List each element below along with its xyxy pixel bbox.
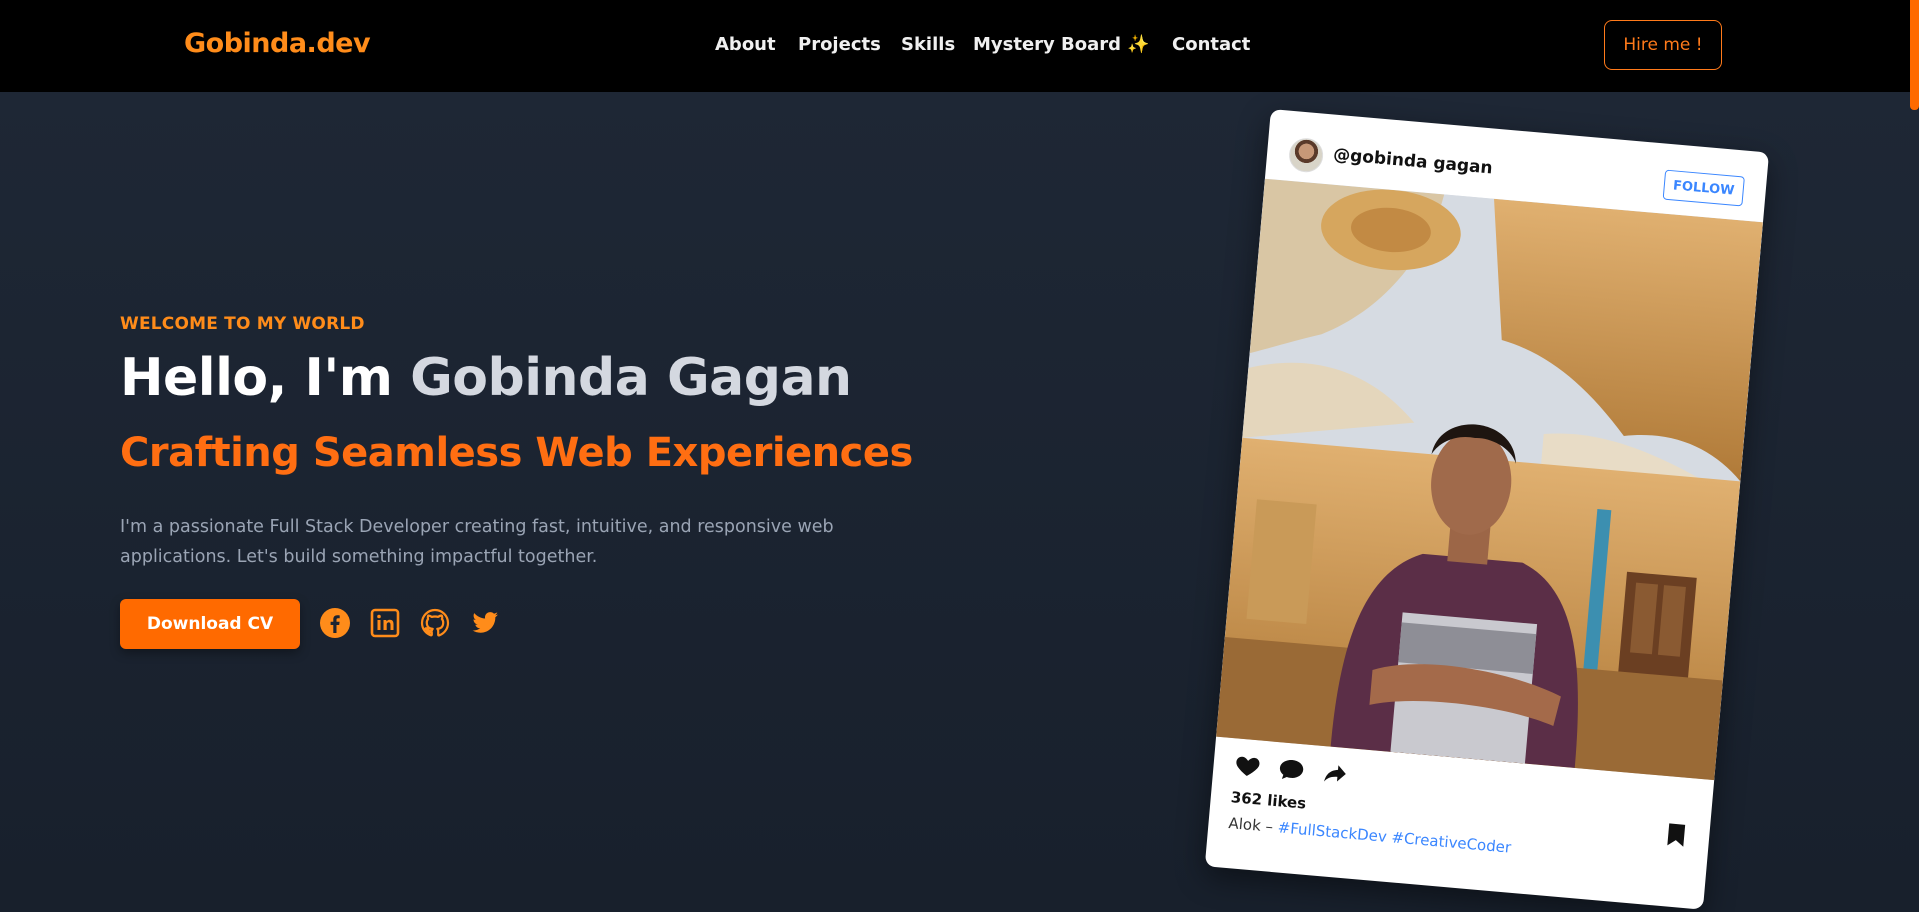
profile-photo[interactable] (1216, 178, 1763, 781)
facebook-icon[interactable] (319, 607, 351, 639)
post-actions (1232, 750, 1346, 782)
nav-link-contact[interactable]: Contact (1172, 34, 1250, 55)
hero-kicker: WELCOME TO MY WORLD (120, 314, 365, 334)
site-logo[interactable]: Gobinda.dev (184, 28, 371, 59)
headline-name: Gobinda Gagan (410, 348, 852, 408)
photo-illustration (1216, 178, 1763, 781)
share-icon[interactable] (1320, 758, 1350, 788)
nav-link-projects[interactable]: Projects (798, 34, 881, 55)
nav-link-mystery-board[interactable]: Mystery Board ✨ (973, 34, 1150, 55)
headline-greeting: Hello, I'm (120, 348, 411, 408)
avatar[interactable] (1287, 136, 1325, 174)
scrollbar-thumb[interactable] (1910, 0, 1919, 110)
follow-button[interactable]: FOLLOW (1662, 169, 1745, 207)
hero-subheading: Crafting Seamless Web Experiences (120, 430, 913, 476)
nav-link-skills[interactable]: Skills (901, 34, 955, 55)
bookmark-icon[interactable] (1664, 822, 1688, 848)
hero-headline: Hello, I'm Gobinda Gagan (120, 348, 852, 408)
post-caption: Alok – #FullStackDev #CreativeCoder (1228, 814, 1512, 857)
hire-me-button[interactable]: Hire me ! (1604, 20, 1722, 70)
profile-post-card: @gobinda gagan FOLLOW 362 likes Alok – #… (1204, 109, 1770, 910)
caption-author: Alok – (1227, 814, 1279, 837)
download-cv-button[interactable]: Download CV (120, 599, 300, 649)
card-username[interactable]: @gobinda gagan (1332, 145, 1493, 179)
hero-description: I'm a passionate Full Stack Developer cr… (120, 517, 834, 567)
comment-icon[interactable] (1276, 754, 1306, 784)
linkedin-icon[interactable] (369, 607, 401, 639)
likes-count: 362 likes (1230, 788, 1307, 813)
hashtag-creativecoder[interactable]: #CreativeCoder (1391, 828, 1512, 856)
github-icon[interactable] (419, 607, 451, 639)
twitter-icon[interactable] (469, 607, 501, 639)
heart-icon[interactable] (1233, 750, 1263, 780)
hashtag-fullstackdev[interactable]: #FullStackDev (1277, 818, 1388, 845)
nav-link-about[interactable]: About (715, 34, 776, 55)
navbar: Gobinda.dev About Projects Skills Myster… (0, 0, 1919, 92)
